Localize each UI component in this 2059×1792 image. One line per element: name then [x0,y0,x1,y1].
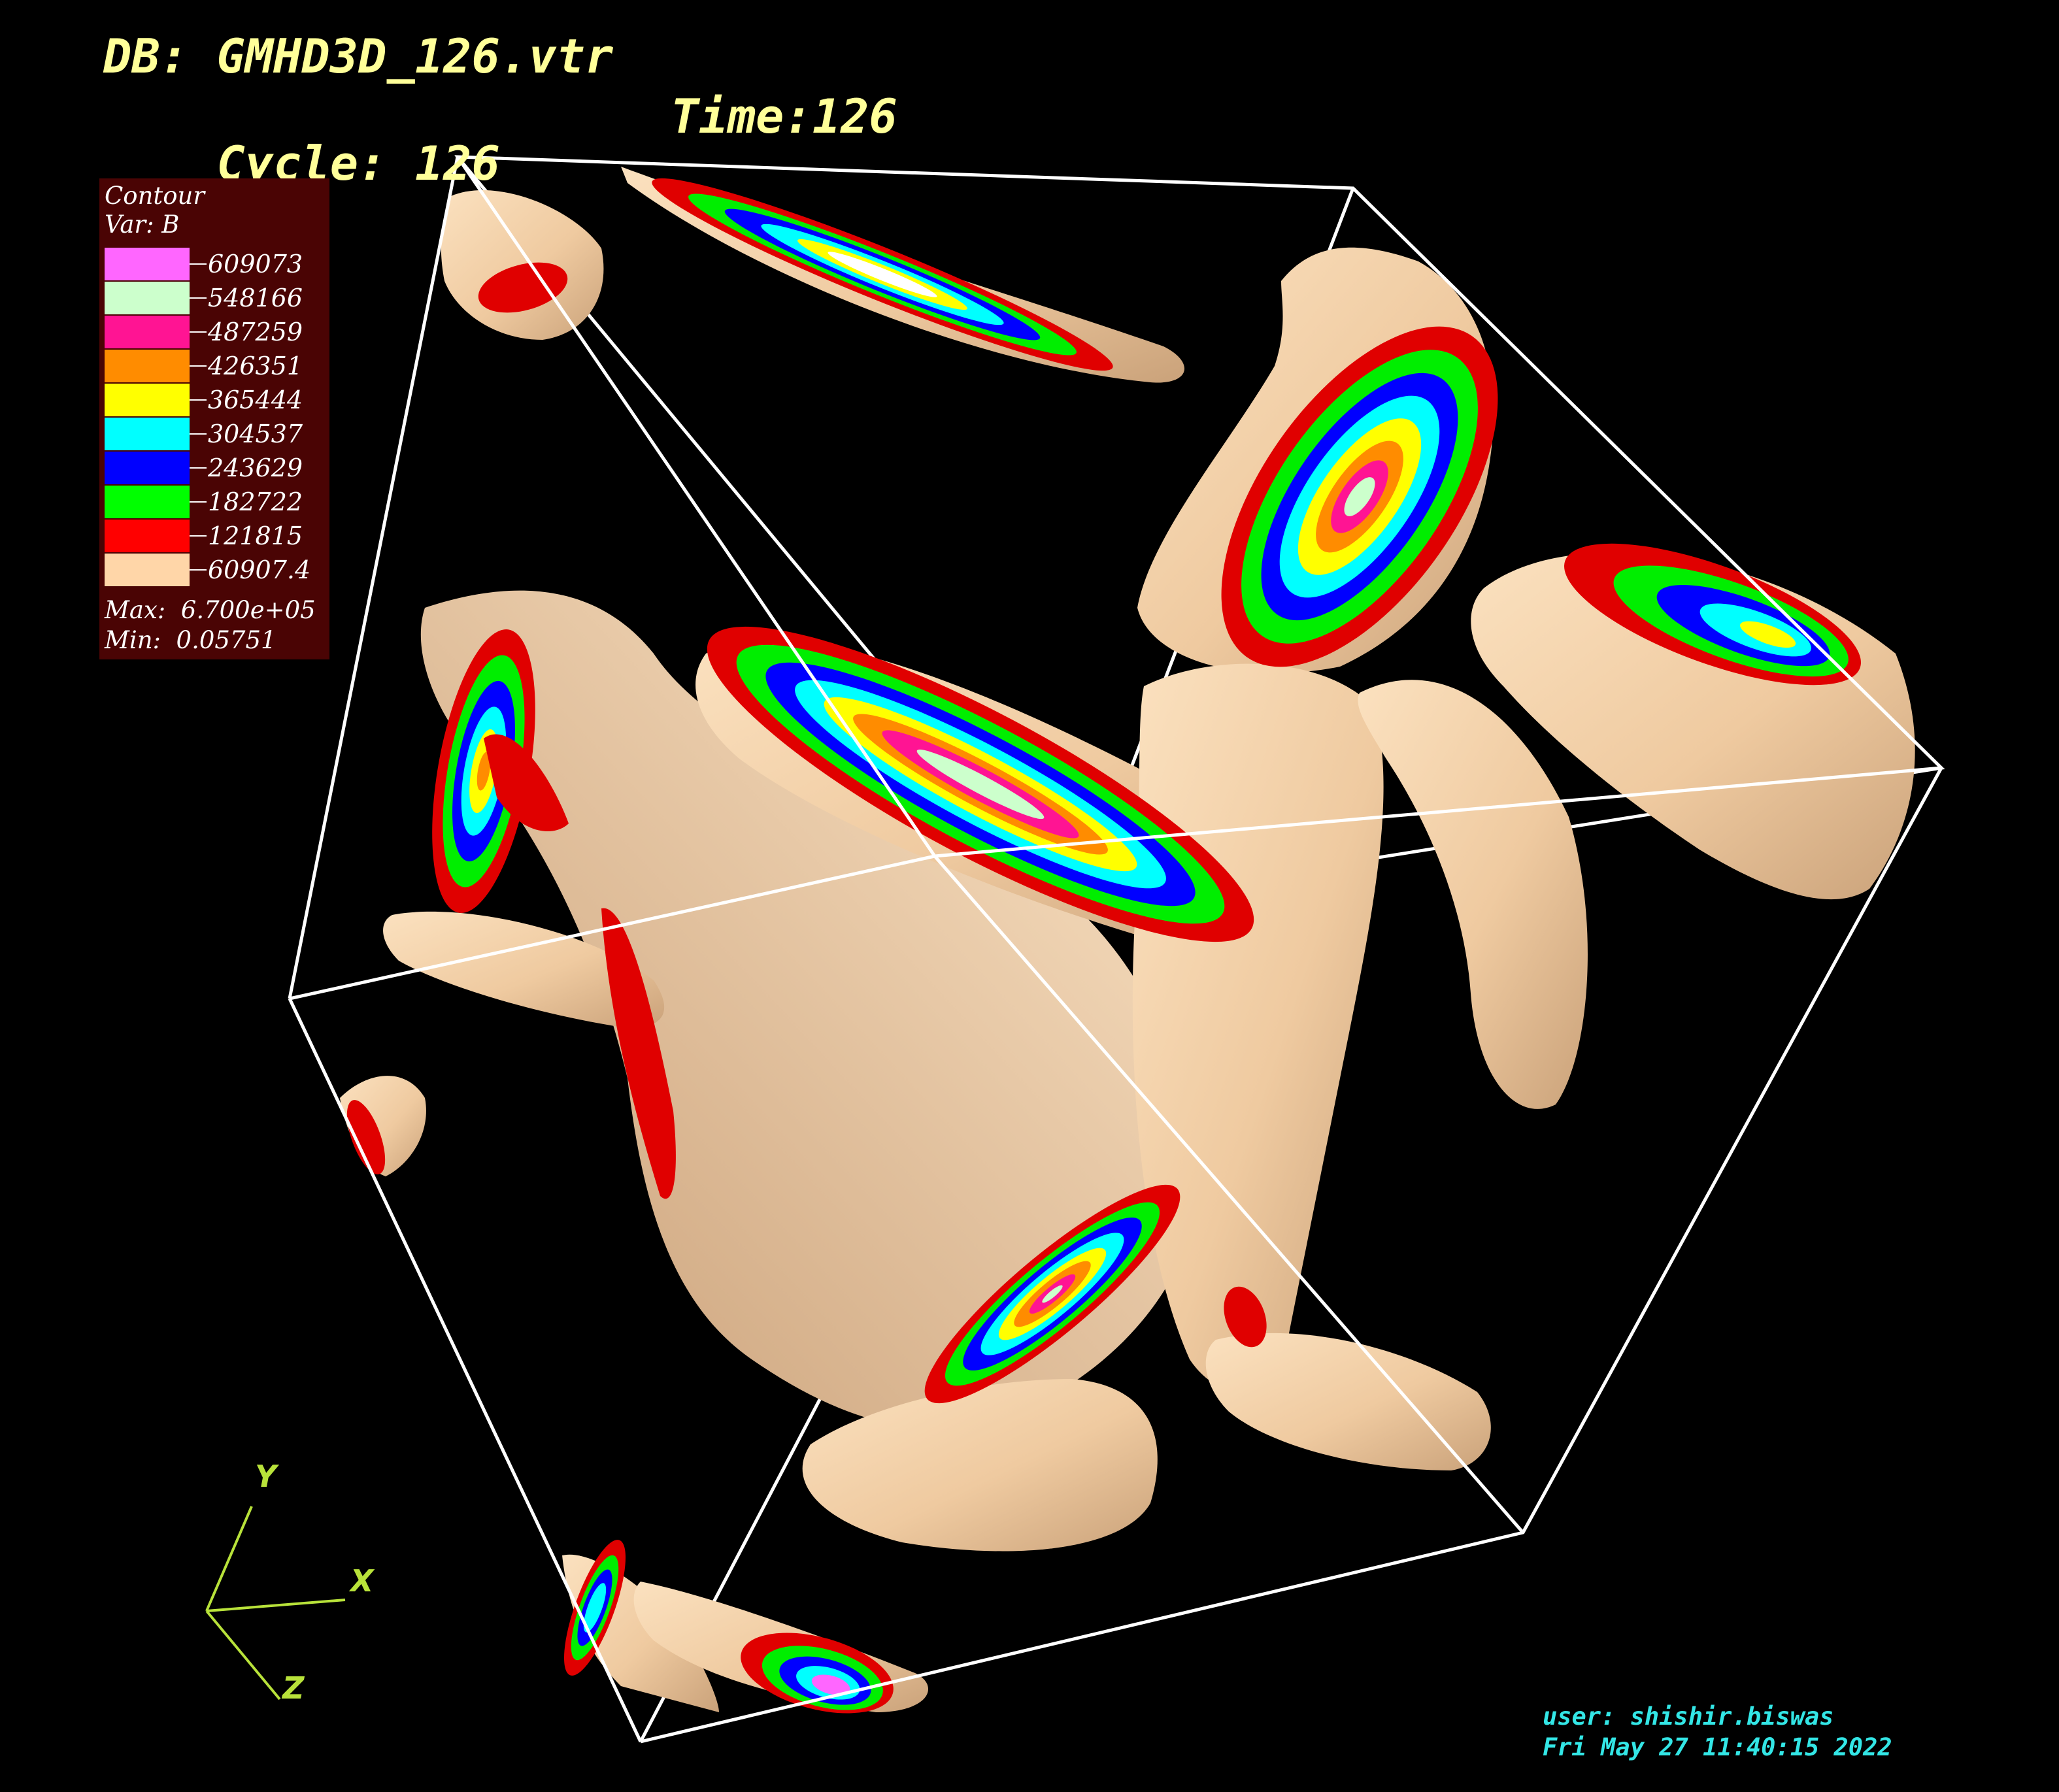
user-label: user: shishir.biswas [1543,1702,1834,1731]
legend-level: 182722 [105,486,327,518]
legend-swatch [105,282,190,314]
legend-var: Var: B [105,210,180,239]
legend-tick [190,399,207,401]
legend-level: 609073 [105,248,327,280]
legend-value: 365444 [208,386,303,414]
legend-level: 487259 [105,316,327,348]
legend-value: 548166 [208,284,303,312]
axis-x-line [206,1599,346,1612]
axis-triad [205,1506,346,1701]
legend-value: 487259 [208,318,303,346]
visualization-window: DB: GMHD3D_126.vtr Cycle: 126 Time:126 C… [0,0,2059,1792]
tube-right-fin [1358,680,1588,1109]
axis-y-line [205,1506,253,1612]
axis-z-label: Z [282,1670,305,1706]
legend-value: 121815 [208,522,303,550]
legend-title: Contour [105,182,205,210]
legend-level: 365444 [105,384,327,416]
legend-value: 60907.4 [208,556,311,584]
legend-tick [190,297,207,299]
legend-tick [190,365,207,367]
database-label: DB: GMHD3D_126.vtr [103,29,614,84]
legend-swatch [105,452,190,484]
legend-min: Min: 0.05751 [105,626,276,654]
date-label: Fri May 27 11:40:15 2022 [1543,1733,1892,1761]
legend-tick [190,501,207,503]
legend-tick [190,263,207,265]
legend-tick [190,331,207,333]
time-label: Time:126 [671,89,897,144]
legend-tick [190,433,207,435]
legend-level: 426351 [105,350,327,382]
legend-tick [190,535,207,537]
legend-value: 182722 [208,488,303,516]
legend-swatch [105,418,190,450]
legend-value: 426351 [208,352,303,380]
legend-swatch [105,316,190,348]
legend-swatch [105,554,190,586]
legend-level: 60907.4 [105,554,327,586]
legend-level: 243629 [105,452,327,484]
legend-tick [190,569,207,571]
tube-right-bottom [1205,1333,1491,1470]
legend-swatch [105,384,190,416]
axis-y-label: Y [255,1459,277,1494]
contour-legend: Contour Var: B 609073 548166 487259 426351 3… [99,178,329,659]
legend-value: 609073 [208,250,303,278]
legend-level: 548166 [105,282,327,314]
legend-max: Max: 6.700e+05 [105,596,316,624]
legend-value: 243629 [208,454,303,482]
legend-swatch [105,520,190,552]
legend-value: 304537 [208,420,303,448]
isosurface-tubes [340,167,1915,1712]
legend-level: 121815 [105,520,327,552]
legend-swatch [105,248,190,280]
axis-x-label: X [350,1563,374,1599]
legend-tick [190,467,207,469]
axis-z-line [205,1610,281,1701]
legend-swatch [105,486,190,518]
legend-swatch [105,350,190,382]
legend-level: 304537 [105,418,327,450]
cut-top-sliver [652,178,1113,371]
tube-central-pillar [1132,663,1384,1394]
